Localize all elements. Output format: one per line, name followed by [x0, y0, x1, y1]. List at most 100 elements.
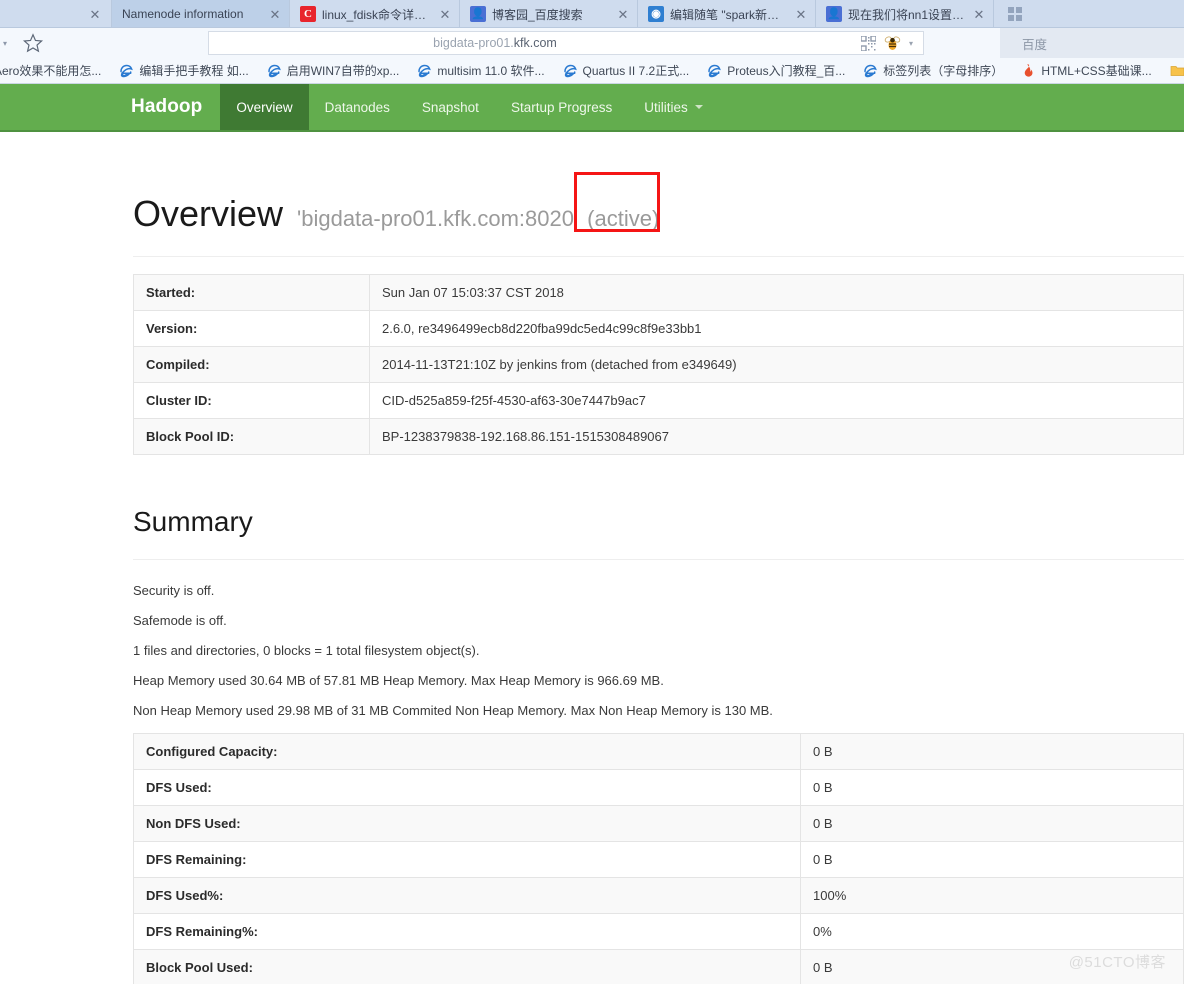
bookmark-item[interactable]: multisim 11.0 软件... — [408, 58, 553, 83]
tab-title: 编辑随笔 "spark新闻项... — [670, 7, 787, 22]
tab-strip: ✕ Namenode information ✕ C linux_fdisk命令… — [0, 0, 1184, 28]
table-row: DFS Remaining: 0 B — [133, 840, 1184, 878]
bookmark-item[interactable]: Proteus入门教程_百... — [698, 58, 854, 83]
row-value: 0 B — [800, 948, 1184, 984]
row-key: DFS Remaining: — [133, 840, 801, 878]
bookmark-label: HTML+CSS基础课... — [1041, 64, 1152, 78]
table-row: Configured Capacity: 0 B — [133, 732, 1184, 770]
nav-label: Startup Progress — [510, 99, 613, 115]
status-badge-label: (active) — [587, 206, 660, 231]
tab-close-icon[interactable]: ✕ — [269, 8, 281, 21]
row-value: 0 B — [800, 804, 1184, 842]
qr-code-icon[interactable] — [860, 34, 877, 52]
tab-title: Namenode information — [122, 7, 244, 21]
table-row: DFS Used%: 100% — [133, 876, 1184, 914]
flame-icon — [1021, 63, 1036, 78]
nav-label: Utilities — [644, 99, 688, 115]
tab-close-icon[interactable]: ✕ — [439, 8, 451, 21]
capacity-table: Configured Capacity: 0 B DFS Used: 0 B N… — [133, 732, 1184, 984]
bookmarks-bar: Aero效果不能用怎... 编辑手把手教程 如... 启用WIN7自带的xp..… — [0, 58, 1184, 84]
browser-tab-active[interactable]: Namenode information ✕ — [112, 0, 290, 28]
tab-close-icon[interactable]: ✕ — [617, 8, 629, 21]
namenode-info-table: Started: Sun Jan 07 15:03:37 CST 2018 Ve… — [133, 273, 1184, 455]
bookmark-item[interactable]: Quartus II 7.2正式... — [554, 58, 699, 83]
chevron-down-icon — [694, 105, 703, 109]
ie-icon — [863, 63, 878, 78]
tab-close-icon[interactable]: ✕ — [973, 8, 985, 21]
browser-tab[interactable]: 👤 现在我们将nn1设置为a... ✕ — [816, 0, 994, 28]
row-value: Sun Jan 07 15:03:37 CST 2018 — [369, 273, 1184, 311]
row-value: BP-1238379838-192.168.86.151-15153084890… — [369, 417, 1184, 455]
bookmark-label: Aero效果不能用怎... — [0, 64, 102, 78]
apps-button[interactable] — [994, 0, 1037, 28]
nav-item-overview[interactable]: Overview — [220, 84, 309, 130]
bookmark-item[interactable]: 启用WIN7自带的xp... — [258, 58, 409, 83]
bookmark-item[interactable]: 标签列表（字母排序） — [854, 58, 1012, 83]
blog-favicon-icon: ◉ — [648, 6, 664, 22]
table-row: Non DFS Used: 0 B — [133, 804, 1184, 842]
row-value: CID-d525a859-f25f-4530-af63-30e7447b9ac7 — [369, 381, 1184, 419]
nav-item-startup-progress[interactable]: Startup Progress — [495, 84, 628, 130]
status-badge: (active) — [574, 172, 661, 234]
tab-close-icon[interactable]: ✕ — [795, 8, 807, 21]
browser-tab[interactable]: C linux_fdisk命令详解 - jac... ✕ — [290, 0, 460, 28]
address-url-text: bigdata-pro01.kfk.com — [433, 36, 557, 50]
c-favicon-icon: C — [300, 6, 316, 22]
address-input[interactable]: bigdata-pro01.kfk.com ▾ — [208, 31, 924, 55]
overview-host: 'bigdata-pro01.kfk.com:8020' — [297, 206, 579, 231]
ie-icon — [119, 63, 134, 78]
hadoop-brand-label: Hadoop — [131, 96, 203, 117]
title-divider — [133, 255, 1184, 257]
bookmark-item[interactable]: HTML+CSS基础课... — [1012, 58, 1160, 83]
summary-divider — [133, 559, 1184, 561]
nav-item-utilities[interactable]: Utilities — [628, 84, 719, 130]
table-row: DFS Remaining%: 0% — [133, 912, 1184, 950]
bookmark-label: multisim 11.0 软件... — [437, 64, 545, 78]
star-icon[interactable] — [22, 32, 44, 54]
row-value: 0 B — [800, 768, 1184, 806]
table-row: Version: 2.6.0, re3496499ecb8d220fba99dc… — [133, 309, 1184, 347]
baidu-favicon-icon: 👤 — [826, 6, 842, 22]
table-row: Started: Sun Jan 07 15:03:37 CST 2018 — [133, 273, 1184, 311]
tab-close-icon[interactable]: ✕ — [89, 8, 101, 21]
chevron-down-icon[interactable]: ▾ — [905, 39, 917, 48]
bookmark-item[interactable]: linux — [1161, 58, 1184, 83]
folder-icon — [1170, 63, 1184, 78]
row-key: DFS Used%: — [133, 876, 801, 914]
row-key: Compiled: — [133, 345, 370, 383]
chevron-down-icon[interactable]: ▾ — [0, 39, 12, 48]
row-key: Cluster ID: — [133, 381, 370, 419]
summary-line: 1 files and directories, 0 blocks = 1 to… — [133, 643, 480, 659]
summary-line: Security is off. — [133, 583, 215, 599]
ie-icon — [417, 63, 432, 78]
row-value: 2014-11-13T21:10Z by jenkins from (detac… — [369, 345, 1184, 383]
bee-icon[interactable] — [884, 35, 901, 51]
tab-title: 现在我们将nn1设置为a... — [848, 7, 965, 22]
page-body: Overview 'bigdata-pro01.kfk.com:8020' (a… — [0, 132, 1184, 984]
tab-title: 博客园_百度搜索 — [492, 7, 583, 22]
nav-item-snapshot[interactable]: Snapshot — [406, 84, 495, 130]
row-value: 2.6.0, re3496499ecb8d220fba99dc5ed4c99c8… — [369, 309, 1184, 347]
bookmark-item[interactable]: 编辑手把手教程 如... — [110, 58, 257, 83]
hadoop-navbar: Hadoop Overview Datanodes Snapshot Start… — [0, 84, 1184, 132]
nav-label: Overview — [236, 99, 293, 115]
search-input[interactable]: 百度 — [1000, 28, 1184, 58]
summary-heading: Summary — [133, 505, 253, 537]
table-row: DFS Used: 0 B — [133, 768, 1184, 806]
nav-item-datanodes[interactable]: Datanodes — [309, 84, 406, 130]
row-key: Version: — [133, 309, 370, 347]
bookmark-item[interactable]: Aero效果不能用怎... — [0, 58, 110, 83]
row-key: Configured Capacity: — [133, 732, 801, 770]
bookmark-label: 启用WIN7自带的xp... — [286, 64, 400, 78]
nav-label: Snapshot — [421, 99, 479, 115]
table-row: Block Pool ID: BP-1238379838-192.168.86.… — [133, 417, 1184, 455]
browser-tab[interactable]: ◉ 编辑随笔 "spark新闻项... ✕ — [638, 0, 816, 28]
address-bar-row: ▾ bigdata-pro01.kfk.com ▾ 百度 — [0, 28, 1184, 58]
overview-heading-text: Overview — [133, 193, 284, 234]
bookmark-label: Proteus入门教程_百... — [727, 64, 846, 78]
row-value: 0 B — [800, 840, 1184, 878]
browser-tab[interactable]: 👤 博客园_百度搜索 ✕ — [460, 0, 638, 28]
browser-tab[interactable]: ✕ — [0, 0, 112, 28]
row-key: Block Pool Used: — [133, 948, 801, 984]
hadoop-brand-link[interactable]: Hadoop — [117, 84, 220, 130]
